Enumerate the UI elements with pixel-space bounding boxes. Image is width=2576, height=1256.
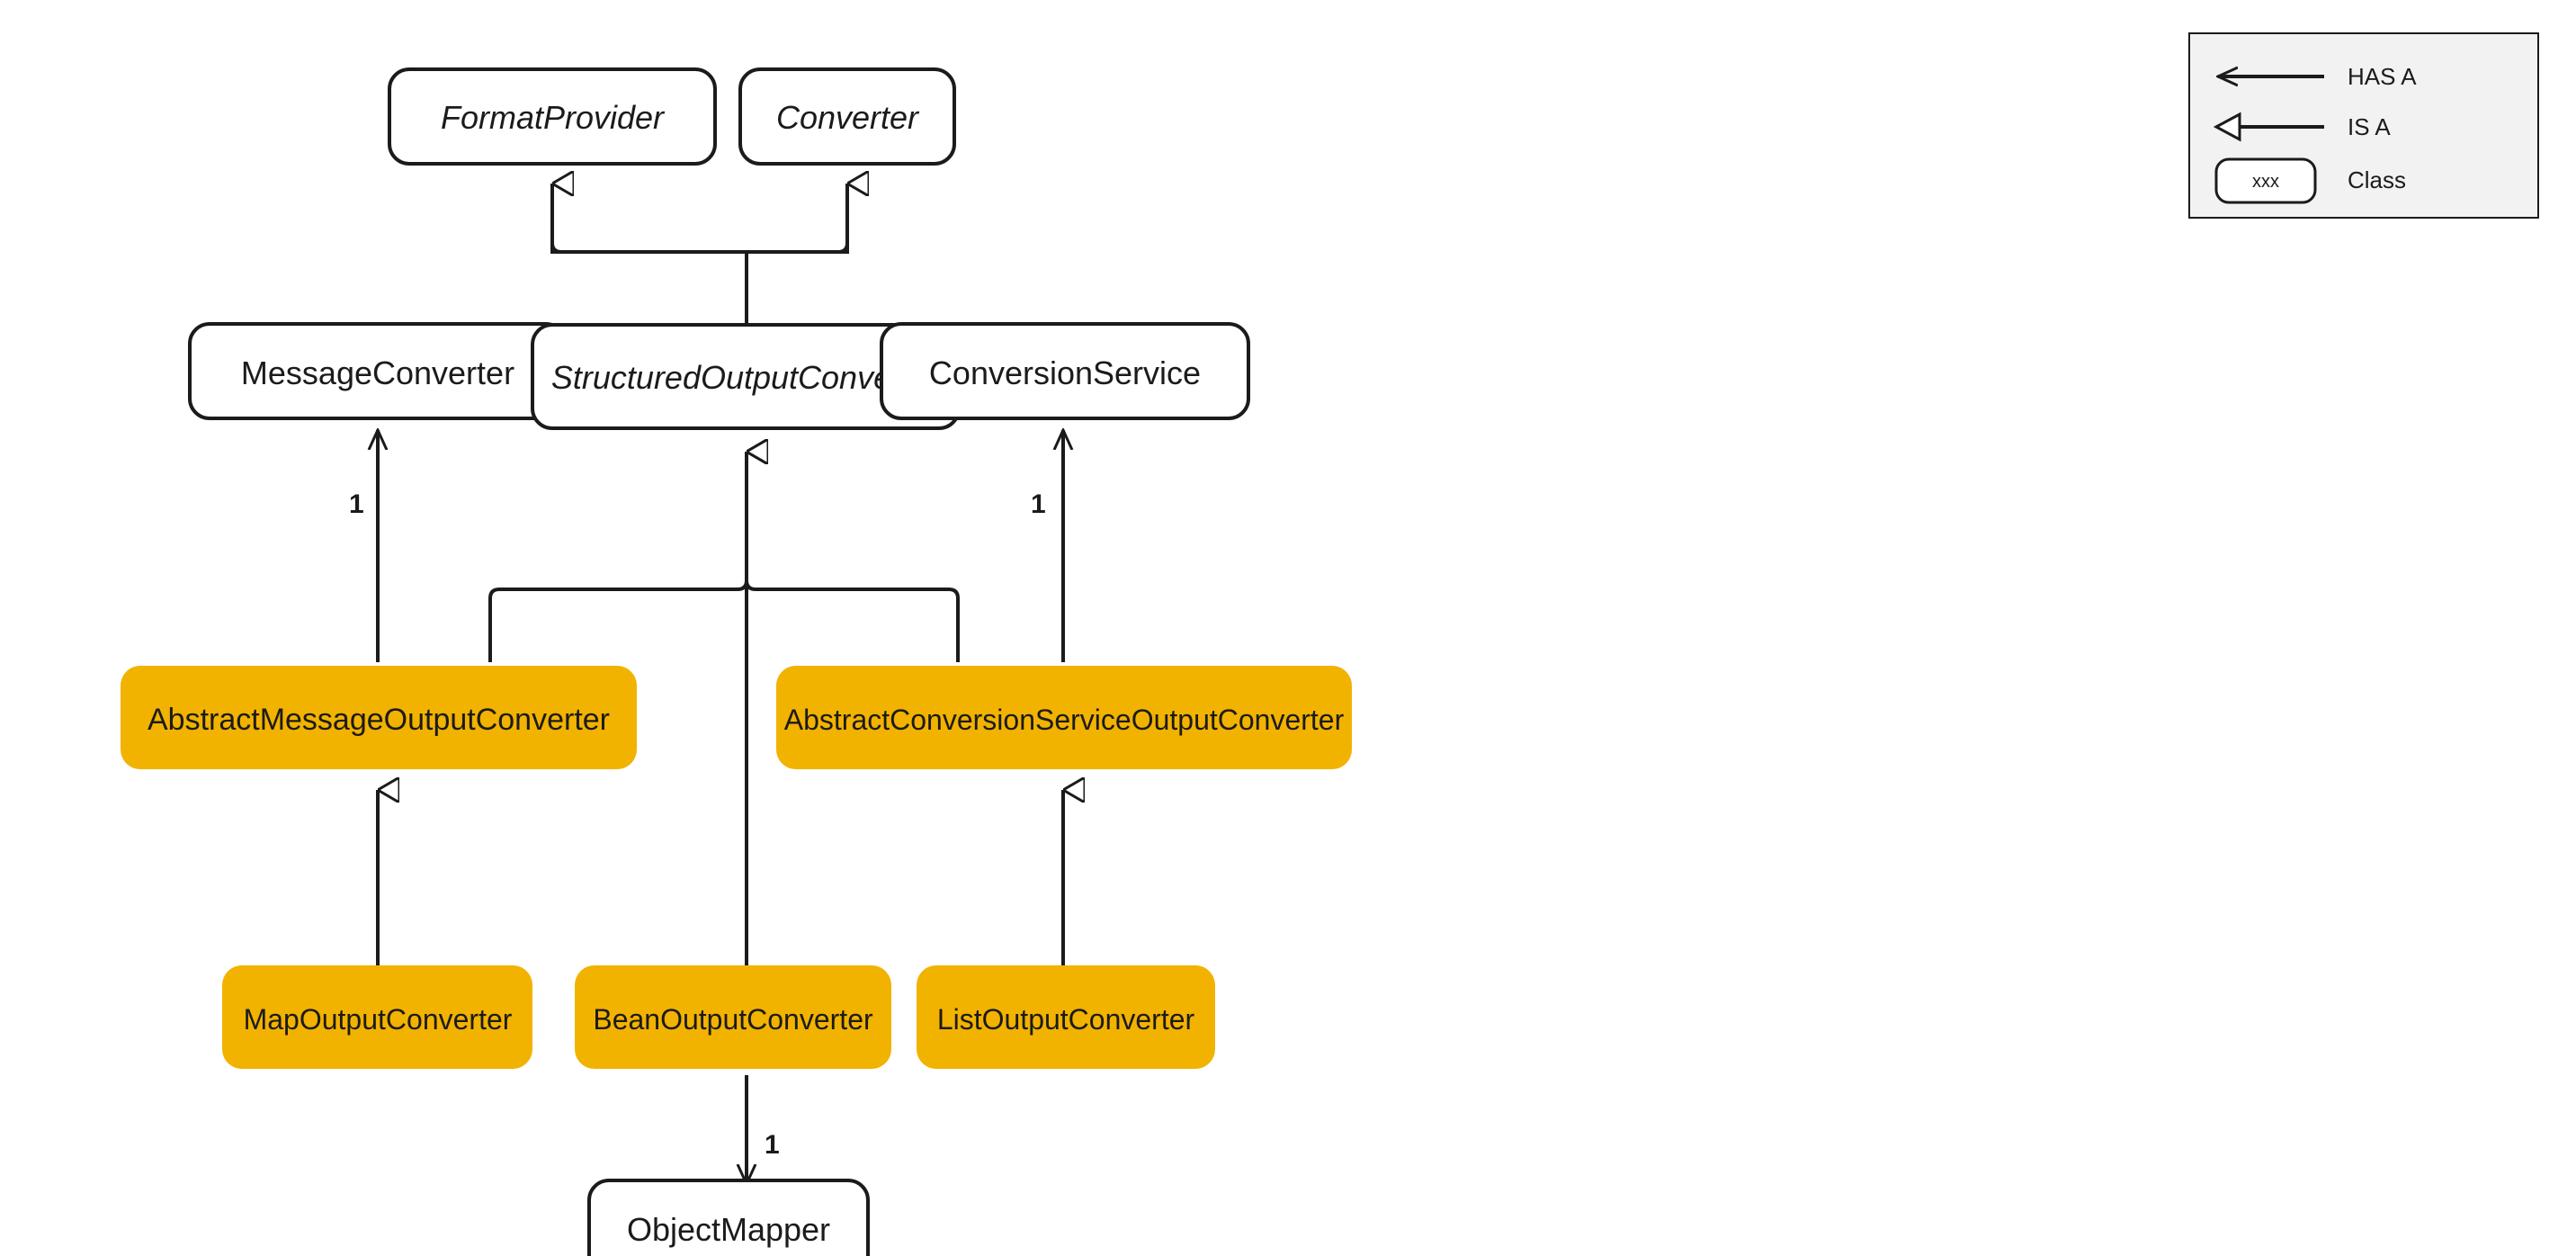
class-diagram: 1 1 1 FormatProvider Converter MessageCo… — [0, 0, 2576, 1256]
legend-has-a: HAS A — [2348, 63, 2417, 90]
node-abstract-conversion-service-output-converter: AbstractConversionServiceOutputConverter — [776, 666, 1352, 769]
node-map-output-converter: MapOutputConverter — [222, 965, 532, 1069]
svg-text:MessageConverter: MessageConverter — [241, 354, 514, 391]
node-list-output-converter: ListOutputConverter — [917, 965, 1215, 1069]
node-format-provider: FormatProvider — [389, 69, 715, 164]
nodes-layer: FormatProvider Converter MessageConverte… — [121, 69, 1352, 1256]
mult-msgconv: 1 — [349, 489, 364, 519]
svg-text:ObjectMapper: ObjectMapper — [627, 1211, 830, 1248]
node-abstract-message-output-converter: AbstractMessageOutputConverter — [121, 666, 637, 769]
svg-text:ListOutputConverter: ListOutputConverter — [937, 1003, 1195, 1036]
svg-text:MapOutputConverter: MapOutputConverter — [244, 1003, 513, 1036]
edge-amoc-soc — [490, 452, 747, 662]
legend-class-sample: xxx — [2252, 172, 2279, 192]
svg-text:AbstractConversionServiceOutpu: AbstractConversionServiceOutputConverter — [784, 704, 1345, 736]
svg-text:AbstractMessageOutputConverter: AbstractMessageOutputConverter — [148, 703, 610, 737]
edge-soc-converter — [747, 184, 847, 325]
node-object-mapper: ObjectMapper — [589, 1180, 868, 1256]
svg-text:BeanOutputConverter: BeanOutputConverter — [593, 1003, 873, 1036]
edge-soc-formatprovider — [552, 184, 747, 325]
mult-objmapper: 1 — [765, 1130, 780, 1160]
node-bean-output-converter: BeanOutputConverter — [575, 965, 891, 1069]
node-converter: Converter — [740, 69, 954, 164]
svg-text:Converter: Converter — [776, 99, 920, 136]
edge-acsoc-soc — [747, 452, 958, 662]
svg-text:FormatProvider: FormatProvider — [441, 99, 666, 136]
legend: HAS A IS A xxx Class — [2189, 33, 2538, 218]
svg-text:ConversionService: ConversionService — [929, 354, 1201, 391]
node-message-converter: MessageConverter — [190, 324, 566, 418]
legend-class: Class — [2348, 166, 2406, 193]
mult-convservice: 1 — [1031, 489, 1046, 519]
legend-is-a: IS A — [2348, 113, 2391, 140]
node-conversion-service: ConversionService — [881, 324, 1248, 418]
